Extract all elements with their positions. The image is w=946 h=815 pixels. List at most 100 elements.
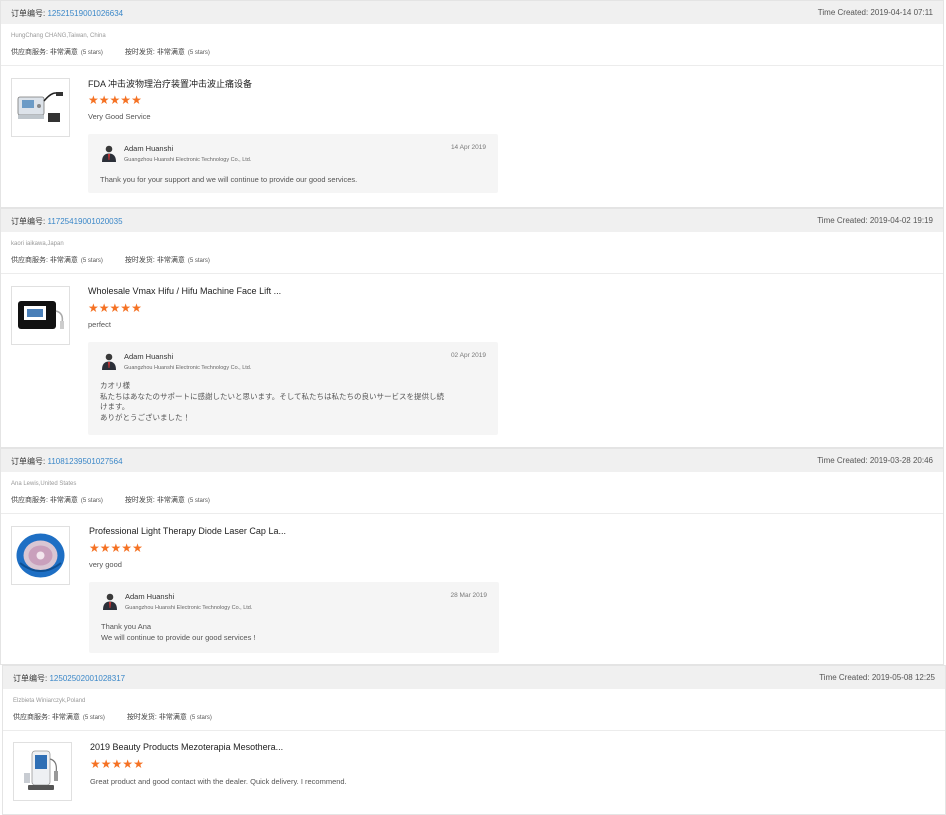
star-icon: ★ xyxy=(132,541,143,555)
seller-reply: Adam Huanshi Guangzhou Huanshi Electroni… xyxy=(88,342,498,435)
star-icon: ★ xyxy=(120,301,131,315)
order-card: 订单编号: 12502502001028317 Time Created: 20… xyxy=(2,665,946,815)
on-time-value: 非常满意 xyxy=(156,49,185,56)
star-icon: ★ xyxy=(110,541,122,555)
time-created-label: Time Created: xyxy=(817,456,868,465)
order-number-label: 订单编号: xyxy=(11,9,46,18)
order-header: 订单编号: 12521519001026634 Time Created: 20… xyxy=(1,1,943,24)
seller-reply: Adam Huanshi Guangzhou Huanshi Electroni… xyxy=(88,134,498,193)
order-number-label: 订单编号: xyxy=(13,674,48,683)
supplier-service-label: 供应商服务: xyxy=(11,497,48,504)
order-card: 订单编号: 11725419001020035 Time Created: 20… xyxy=(0,208,944,448)
star-icon: ★ xyxy=(131,93,142,107)
supplier-service-label: 供应商服务: xyxy=(11,257,48,264)
seller-reply: Adam Huanshi Guangzhou Huanshi Electroni… xyxy=(89,582,499,653)
order-header: 订单编号: 12502502001028317 Time Created: 20… xyxy=(3,666,945,689)
supplier-service-value: 非常满意 xyxy=(49,497,78,504)
seller-name: Adam Huanshi xyxy=(124,144,174,153)
time-created-label: Time Created: xyxy=(819,673,870,682)
seller-name: Adam Huanshi xyxy=(125,592,175,601)
rating-stars: ★★★★★ xyxy=(89,541,143,555)
star-icon: ★ xyxy=(109,301,121,315)
product-title-link[interactable]: 2019 Beauty Products Mezoterapia Mesothe… xyxy=(90,742,283,752)
reply-text: Thank you for your support and we will c… xyxy=(100,175,358,184)
order-number-link[interactable]: 11725419001020035 xyxy=(47,217,122,226)
order-card: 订单编号: 11081239501027564 Time Created: 20… xyxy=(0,448,944,665)
feedback-text: Great product and good contact with the … xyxy=(90,777,347,786)
time-created-value: 2019-04-14 07:11 xyxy=(870,8,933,17)
seller-company: Guangzhou Huanshi Electronic Technology … xyxy=(124,365,252,371)
supplier-service-value: 非常满意 xyxy=(51,714,80,721)
rating-stars: ★★★★★ xyxy=(88,301,142,315)
on-time-stars: (5 stars) xyxy=(189,715,212,721)
on-time-label: 按时发货: xyxy=(124,257,155,264)
supplier-service-value: 非常满意 xyxy=(49,257,78,264)
seller-company: Guangzhou Huanshi Electronic Technology … xyxy=(124,157,252,163)
reply-date: 14 Apr 2019 xyxy=(450,144,486,151)
divider xyxy=(1,65,943,66)
avatar xyxy=(102,145,116,162)
product-title-link[interactable]: FDA 冲击波物理治疗装置冲击波止痛设备 xyxy=(88,77,252,90)
time-created-value: 2019-04-02 19:19 xyxy=(869,216,933,225)
supplier-service-label: 供应商服务: xyxy=(13,714,50,721)
feedback-text: very good xyxy=(89,560,122,569)
reply-date: 02 Apr 2019 xyxy=(450,352,486,359)
star-icon: ★ xyxy=(98,93,110,107)
supplier-service-stars: (5 stars) xyxy=(80,498,103,504)
star-icon: ★ xyxy=(88,93,99,107)
divider xyxy=(1,273,943,274)
reply-date: 28 Mar 2019 xyxy=(450,592,488,599)
seller-ratings: 供应商服务: 非常满意 (5 stars) 按时发货: 非常满意 (5 stars) xyxy=(13,712,212,722)
star-icon: ★ xyxy=(120,93,131,107)
seller-name: Adam Huanshi xyxy=(124,352,174,361)
supplier-service-stars: (5 stars) xyxy=(80,258,103,264)
avatar xyxy=(103,593,117,610)
buyer-name: HungChang CHANG,Taiwan, China xyxy=(11,33,106,39)
seller-company: Guangzhou Huanshi Electronic Technology … xyxy=(125,605,253,611)
star-icon: ★ xyxy=(89,541,100,555)
on-time-stars: (5 stars) xyxy=(187,50,210,56)
product-title-link[interactable]: Professional Light Therapy Diode Laser C… xyxy=(89,526,286,536)
supplier-service-stars: (5 stars) xyxy=(82,715,105,721)
rating-stars: ★★★★★ xyxy=(88,93,142,107)
order-number-link[interactable]: 12502502001028317 xyxy=(49,674,125,683)
feedback-text: Very Good Service xyxy=(88,112,151,121)
reply-text: カオリ様 私たちはあなたのサポートに感謝したいと思います。そして私たちは私たちの… xyxy=(100,381,445,422)
order-header: 订单编号: 11725419001020035 Time Created: 20… xyxy=(1,209,943,232)
order-number-label: 订单编号: xyxy=(11,217,46,226)
time-created-label: Time Created: xyxy=(817,216,868,225)
order-number-link[interactable]: 12521519001026634 xyxy=(47,9,123,18)
seller-ratings: 供应商服务: 非常满意 (5 stars) 按时发货: 非常满意 (5 stars) xyxy=(11,495,210,505)
rating-stars: ★★★★★ xyxy=(90,757,144,771)
buyer-name: Elzbieta Winiarczyk,Poland xyxy=(13,698,86,704)
order-number-link[interactable]: 11081239501027564 xyxy=(47,457,122,466)
star-icon: ★ xyxy=(98,301,110,315)
on-time-label: 按时发货: xyxy=(126,714,157,721)
star-icon: ★ xyxy=(131,301,142,315)
product-thumbnail[interactable] xyxy=(13,742,72,801)
divider xyxy=(3,730,945,731)
on-time-value: 非常满意 xyxy=(156,497,185,504)
reply-text: Thank you Ana We will continue to provid… xyxy=(101,622,256,642)
star-icon: ★ xyxy=(90,757,101,771)
on-time-stars: (5 stars) xyxy=(187,498,210,504)
star-icon: ★ xyxy=(109,93,121,107)
time-created-value: 2019-05-08 12:25 xyxy=(871,673,935,682)
product-thumbnail[interactable] xyxy=(11,286,70,345)
supplier-service-stars: (5 stars) xyxy=(80,50,103,56)
star-icon: ★ xyxy=(100,757,112,771)
product-title-link[interactable]: Wholesale Vmax Hifu / Hifu Machine Face … xyxy=(88,286,281,296)
on-time-value: 非常满意 xyxy=(158,714,187,721)
star-icon: ★ xyxy=(121,541,132,555)
product-thumbnail[interactable] xyxy=(11,526,70,585)
star-icon: ★ xyxy=(111,757,123,771)
star-icon: ★ xyxy=(99,541,111,555)
star-icon: ★ xyxy=(88,301,99,315)
order-number-label: 订单编号: xyxy=(11,457,46,466)
order-header: 订单编号: 11081239501027564 Time Created: 20… xyxy=(1,449,943,472)
seller-ratings: 供应商服务: 非常满意 (5 stars) 按时发货: 非常满意 (5 stars) xyxy=(11,47,210,57)
seller-ratings: 供应商服务: 非常满意 (5 stars) 按时发货: 非常满意 (5 stars) xyxy=(11,255,210,265)
product-thumbnail[interactable] xyxy=(11,78,70,137)
feedback-text: perfect xyxy=(88,320,111,329)
buyer-name: kaori iaikawa,Japan xyxy=(11,241,64,247)
